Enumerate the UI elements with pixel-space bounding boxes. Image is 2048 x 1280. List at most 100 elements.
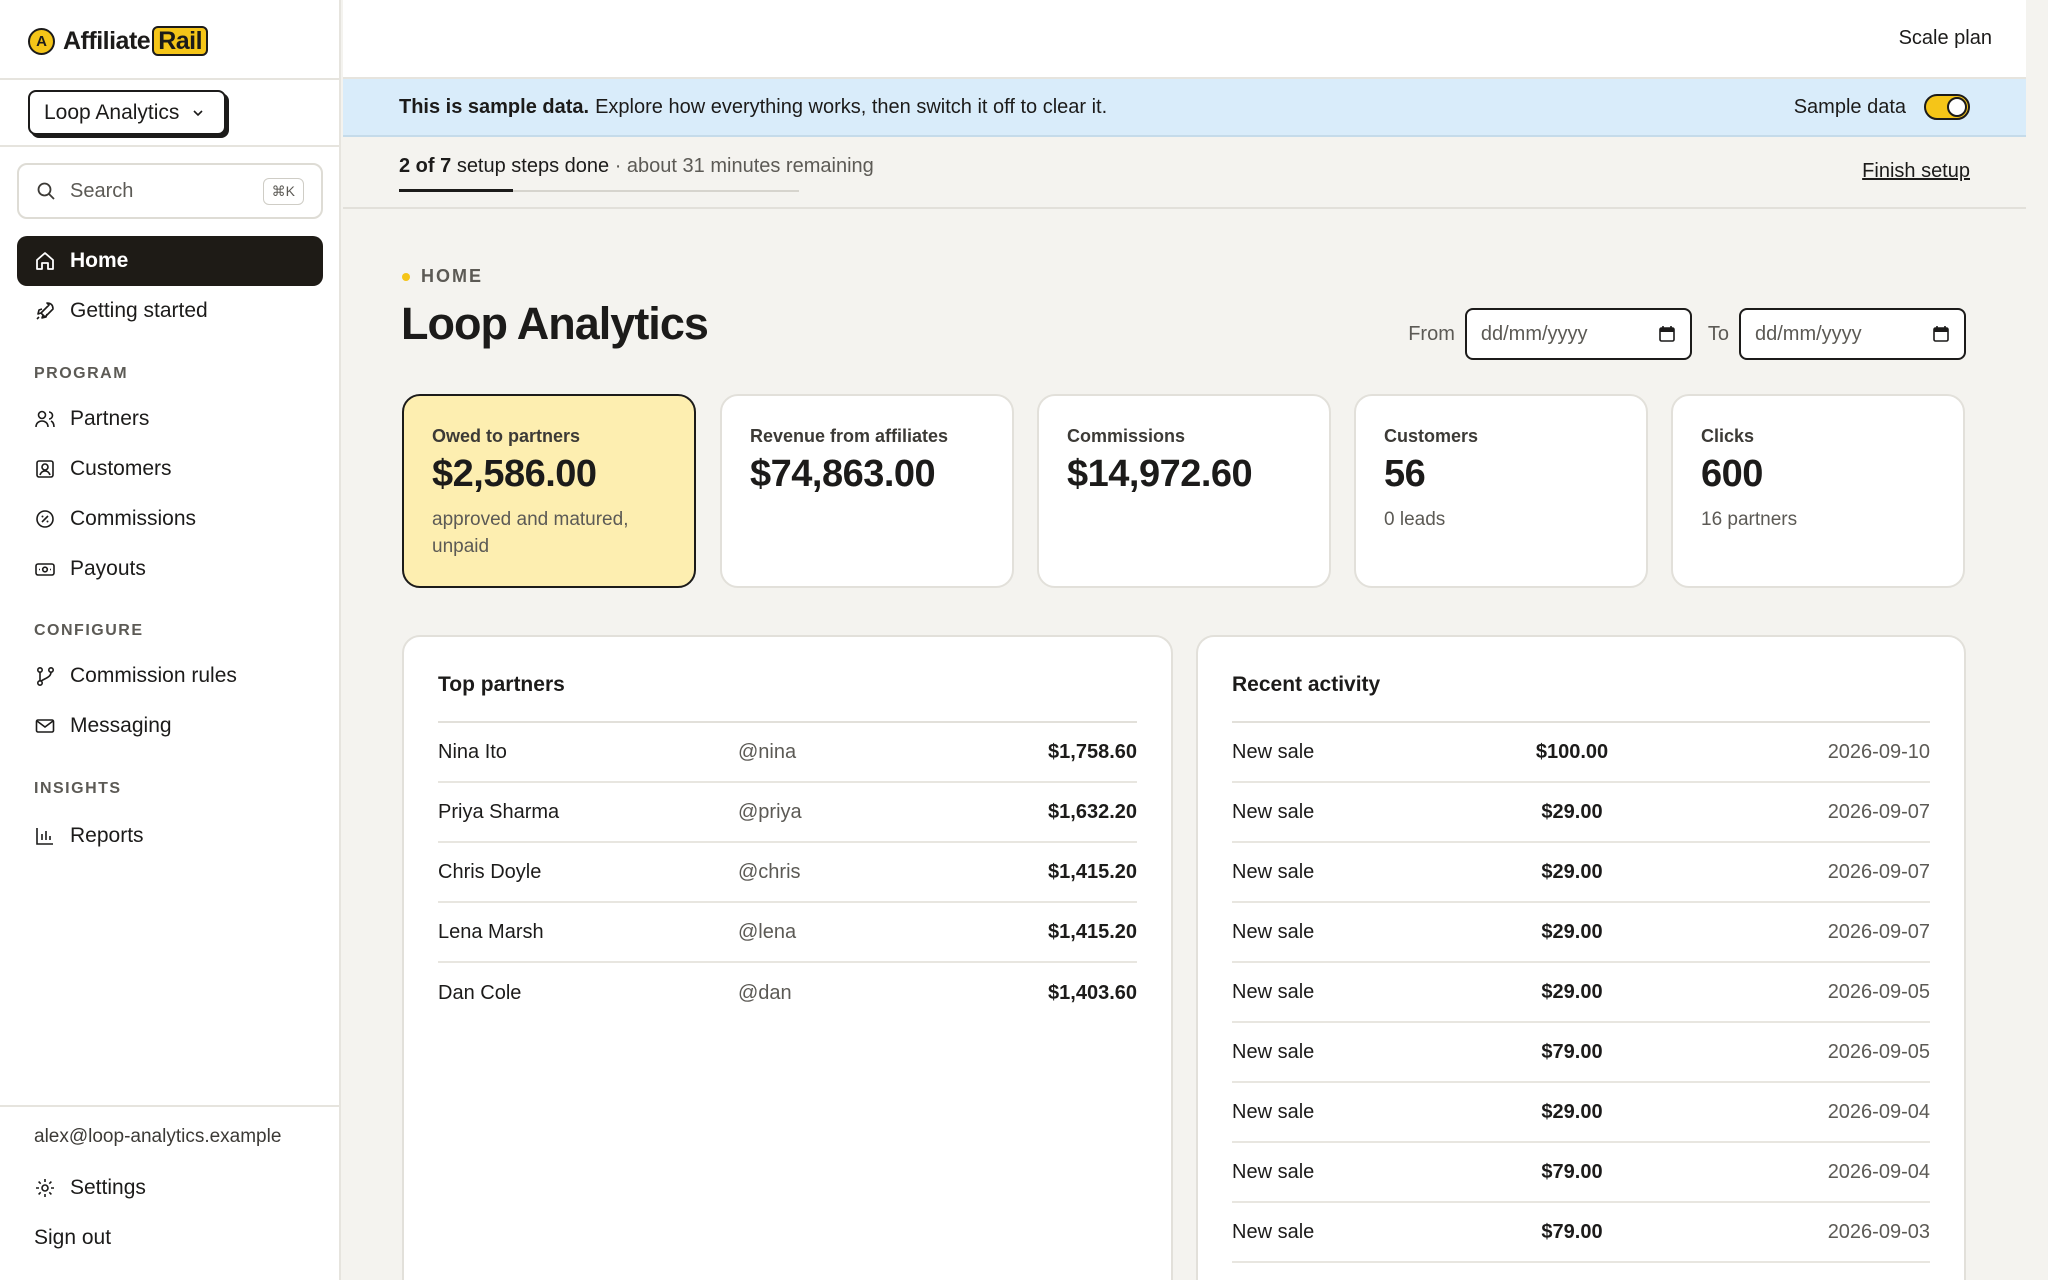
partner-name: Chris Doyle — [438, 860, 542, 883]
table-row[interactable]: Priya Sharma @priya $1,632.20 — [438, 783, 1137, 843]
partner-amount: $1,415.20 — [1048, 860, 1137, 883]
sidebar-item-customers[interactable]: Customers — [17, 444, 323, 494]
activity-date: 2026-09-04 — [1827, 1160, 1930, 1183]
activity-date: 2026-09-05 — [1827, 1040, 1930, 1063]
to-label: To — [1707, 322, 1729, 345]
page-scrollbar[interactable] — [2026, 0, 2048, 1280]
partner-amount: $1,403.60 — [1048, 981, 1137, 1004]
sample-data-label: Sample data — [1793, 95, 1906, 118]
divider — [0, 78, 341, 80]
activity-date: 2026-09-05 — [1827, 980, 1930, 1003]
activity-date: 2026-09-07 — [1827, 860, 1930, 883]
table-row[interactable]: Lena Marsh @lena $1,415.20 — [438, 903, 1137, 963]
partner-name: Nina Ito — [438, 740, 507, 763]
partner-amount: $1,758.60 — [1048, 740, 1137, 763]
stat-label: Clicks — [1701, 426, 1755, 446]
section-label-program: PROGRAM — [34, 365, 129, 382]
sample-data-toggle[interactable] — [1924, 94, 1970, 120]
activity-row[interactable]: New sale $100.00 2026-09-10 — [1232, 723, 1930, 783]
activity-amount: $79.00 — [1541, 1160, 1603, 1183]
mail-icon — [35, 719, 55, 733]
sidebar-item-payouts[interactable]: Payouts — [17, 544, 323, 594]
from-date-placeholder: dd/mm/yyyy — [1480, 322, 1588, 345]
activity-row[interactable]: New sale $29.00 2026-09-07 — [1232, 903, 1930, 963]
search-shortcut: ⌘K — [262, 177, 304, 205]
stat-card-clicks[interactable]: Clicks 600 16 partners — [1671, 394, 1965, 588]
setup-progress-text: 2 of 7 setup steps done · about 31 minut… — [399, 155, 874, 178]
sidebar-item-commissions[interactable]: Commissions — [17, 494, 323, 544]
activity-row[interactable]: New sale $79.00 2026-09-05 — [1232, 1023, 1930, 1083]
stat-value: $14,972.60 — [1067, 453, 1253, 495]
partner-name: Dan Cole — [438, 981, 522, 1004]
activity-row[interactable]: New sale $79.00 2026-09-03 — [1232, 1203, 1930, 1263]
setup-progress-track — [399, 189, 799, 192]
page-title: Loop Analytics — [401, 298, 709, 349]
stat-value: $74,863.00 — [750, 453, 936, 495]
partner-amount: $1,415.20 — [1048, 920, 1137, 943]
partner-handle: @dan — [738, 981, 792, 1004]
table-row[interactable]: Nina Ito @nina $1,758.60 — [438, 723, 1137, 783]
sidebar-item-home[interactable]: Home — [17, 236, 323, 286]
table-row[interactable]: Dan Cole @dan $1,403.60 — [438, 963, 1137, 1023]
activity-amount: $100.00 — [1535, 740, 1609, 763]
section-label-insights: INSIGHTS — [34, 780, 122, 797]
bar-chart-icon — [36, 828, 53, 845]
sidebar-item-label: Reports — [70, 824, 144, 847]
stat-label: Customers — [1384, 426, 1479, 446]
sidebar-item-partners[interactable]: Partners — [17, 394, 323, 444]
divider — [0, 1105, 341, 1107]
recent-activity-panel: Recent activity New sale $100.00 2026-09-1… — [1196, 635, 1966, 1280]
sidebar-item-label: Commission rules — [70, 664, 237, 687]
partner-name: Priya Sharma — [438, 800, 560, 823]
stat-card-owed[interactable]: Owed to partners $2,586.00 approved and … — [402, 394, 696, 588]
org-switcher[interactable]: Loop Analytics — [28, 90, 226, 135]
org-switcher-label: Loop Analytics — [44, 100, 180, 124]
breadcrumb: HOME — [402, 266, 483, 287]
sidebar-item-label: Messaging — [70, 714, 172, 737]
app-logo[interactable]: A Affiliate Rail — [28, 26, 209, 56]
panel-title: Top partners — [438, 673, 1137, 723]
setup-progress-bar: 2 of 7 setup steps done · about 31 minut… — [343, 137, 2026, 209]
sign-out-link[interactable]: Sign out — [34, 1226, 111, 1250]
date-range-filter: From dd/mm/yyyy To dd/mm/yyyy — [1408, 308, 1966, 360]
rocket-icon — [36, 302, 54, 320]
activity-row[interactable]: New sale $29.00 2026-09-07 — [1232, 843, 1930, 903]
section-label-configure: CONFIGURE — [34, 622, 144, 639]
sidebar-item-reports[interactable]: Reports — [17, 811, 323, 861]
activity-type: New sale — [1232, 1160, 1315, 1183]
activity-row[interactable]: New sale $29.00 2026-09-05 — [1232, 963, 1930, 1023]
sidebar-item-commission-rules[interactable]: Commission rules — [17, 651, 323, 701]
users-icon — [35, 410, 55, 428]
stat-subtext: approved and matured, unpaid — [432, 509, 629, 557]
finish-setup-link[interactable]: Finish setup — [1862, 160, 1970, 183]
calendar-icon — [1659, 326, 1675, 342]
activity-amount: $79.00 — [1541, 1040, 1603, 1063]
sidebar-item-settings[interactable]: Settings — [17, 1163, 323, 1213]
stat-subtext: 0 leads — [1384, 509, 1446, 530]
home-icon — [36, 252, 54, 270]
banner-text: Explore how everything works, then switc… — [595, 95, 1108, 118]
sidebar-item-messaging[interactable]: Messaging — [17, 701, 323, 751]
sidebar-item-label: Home — [70, 249, 129, 272]
stat-card-revenue[interactable]: Revenue from affiliates $74,863.00 — [720, 394, 1014, 588]
toggle-knob — [1947, 97, 1967, 117]
partner-handle: @nina — [738, 740, 797, 763]
activity-type: New sale — [1232, 1220, 1315, 1243]
search-input[interactable]: Search ⌘K — [17, 163, 323, 219]
activity-row[interactable]: New sale $79.00 2026-09-04 — [1232, 1143, 1930, 1203]
stat-value: 600 — [1701, 453, 1763, 495]
stat-card-commissions[interactable]: Commissions $14,972.60 — [1037, 394, 1331, 588]
to-date-input[interactable]: dd/mm/yyyy — [1739, 308, 1966, 360]
table-row[interactable]: Chris Doyle @chris $1,415.20 — [438, 843, 1137, 903]
sidebar-item-getting-started[interactable]: Getting started — [17, 286, 323, 336]
search-placeholder: Search — [70, 179, 134, 202]
logo-mark-icon: A — [28, 27, 55, 55]
activity-amount: $29.00 — [1541, 860, 1603, 883]
plan-label[interactable]: Scale plan — [1899, 27, 1992, 50]
stat-card-customers[interactable]: Customers 56 0 leads — [1354, 394, 1648, 588]
sidebar-item-label: Getting started — [70, 299, 208, 322]
activity-row[interactable]: New sale $29.00 2026-09-07 — [1232, 783, 1930, 843]
activity-row[interactable]: New sale $29.00 2026-09-04 — [1232, 1083, 1930, 1143]
activity-type: New sale — [1232, 1040, 1315, 1063]
from-date-input[interactable]: dd/mm/yyyy — [1464, 308, 1692, 360]
